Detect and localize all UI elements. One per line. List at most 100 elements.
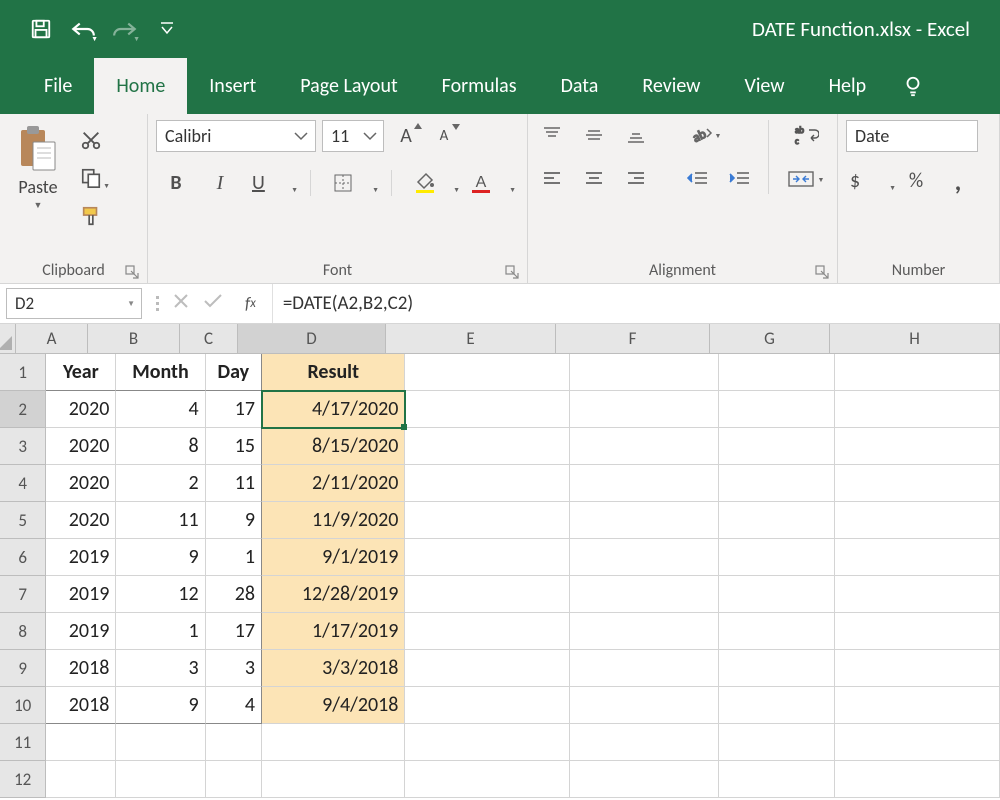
cell[interactable]: 1 [116, 613, 205, 650]
cell[interactable] [719, 650, 835, 687]
cell[interactable]: Result [262, 354, 405, 391]
cell[interactable]: 2019 [46, 539, 116, 576]
col-header-D[interactable]: D [238, 324, 386, 354]
cell[interactable]: Day [206, 354, 262, 391]
tab-file[interactable]: File [22, 58, 94, 114]
col-header-A[interactable]: A [16, 324, 88, 354]
cell[interactable]: 1/17/2019 [262, 613, 405, 650]
decrease-font-button[interactable]: A [428, 121, 460, 151]
row-header[interactable]: 10 [0, 687, 46, 724]
decrease-indent-button[interactable] [682, 164, 714, 194]
qat-customize-button[interactable] [146, 9, 188, 49]
cell[interactable] [570, 428, 719, 465]
cell[interactable] [405, 465, 570, 502]
row-header[interactable]: 5 [0, 502, 46, 539]
cell[interactable] [405, 354, 570, 391]
number-format-combo[interactable]: Date [846, 120, 978, 152]
cell[interactable]: 8/15/2020 [262, 428, 405, 465]
cell[interactable]: 11 [116, 502, 205, 539]
row-header[interactable]: 9 [0, 650, 46, 687]
cell[interactable]: 2020 [46, 502, 116, 539]
tab-page-layout[interactable]: Page Layout [278, 58, 419, 114]
cell[interactable]: 28 [206, 576, 262, 613]
tab-home[interactable]: Home [94, 58, 187, 114]
increase-font-button[interactable]: A [390, 121, 422, 151]
cell[interactable]: 9 [206, 502, 262, 539]
tab-view[interactable]: View [722, 58, 806, 114]
col-header-E[interactable]: E [386, 324, 556, 354]
cell[interactable] [262, 761, 405, 798]
font-name-combo[interactable]: Calibri [156, 120, 316, 152]
cell[interactable] [116, 724, 205, 761]
cell[interactable] [570, 576, 719, 613]
cell[interactable] [570, 761, 719, 798]
cell[interactable]: Month [116, 354, 205, 391]
cell[interactable] [719, 613, 835, 650]
cell[interactable] [835, 724, 1000, 761]
name-box[interactable]: D2 ▼ [6, 288, 142, 319]
accounting-format-button[interactable]: $▼ [846, 166, 890, 196]
cell[interactable] [835, 576, 1000, 613]
cell[interactable]: 9 [116, 687, 205, 724]
dialog-launcher-alignment[interactable] [815, 265, 831, 281]
cell[interactable]: 11 [206, 465, 262, 502]
paste-button[interactable]: Paste ▼ [8, 120, 68, 230]
cell[interactable] [719, 391, 835, 428]
cell[interactable] [570, 465, 719, 502]
cell[interactable] [405, 761, 570, 798]
cell[interactable]: 2020 [46, 391, 116, 428]
comma-button[interactable]: , [942, 166, 974, 196]
cell[interactable]: 12 [116, 576, 205, 613]
cell[interactable] [835, 687, 1000, 724]
cell[interactable] [835, 428, 1000, 465]
cell[interactable] [719, 465, 835, 502]
cell[interactable]: 17 [206, 613, 262, 650]
cell[interactable] [405, 576, 570, 613]
formula-input[interactable]: =DATE(A2,B2,C2) [273, 284, 1000, 323]
cell[interactable]: 2020 [46, 428, 116, 465]
cell[interactable] [405, 428, 570, 465]
cell[interactable] [570, 687, 719, 724]
italic-button[interactable]: I [204, 168, 236, 198]
cell[interactable] [570, 613, 719, 650]
cell[interactable]: 4 [116, 391, 205, 428]
cell-active[interactable]: 4/17/2020 [262, 391, 405, 428]
cell[interactable]: 9 [116, 539, 205, 576]
cell[interactable] [262, 724, 405, 761]
tab-help[interactable]: Help [807, 58, 889, 114]
tab-insert[interactable]: Insert [187, 58, 278, 114]
align-bottom-button[interactable] [620, 120, 652, 150]
cell[interactable] [116, 761, 205, 798]
underline-button[interactable]: U▼ [248, 168, 292, 198]
align-top-button[interactable] [536, 120, 568, 150]
cell[interactable]: 2018 [46, 650, 116, 687]
cell[interactable] [835, 613, 1000, 650]
copy-button[interactable]: ▼ [74, 164, 108, 192]
cell[interactable] [835, 465, 1000, 502]
cell[interactable]: 2019 [46, 576, 116, 613]
cell[interactable] [570, 354, 719, 391]
row-header[interactable]: 6 [0, 539, 46, 576]
tab-data[interactable]: Data [539, 58, 621, 114]
row-header[interactable]: 3 [0, 428, 46, 465]
cell[interactable] [835, 502, 1000, 539]
cell[interactable]: 8 [116, 428, 205, 465]
cell[interactable]: Year [46, 354, 116, 391]
cell[interactable] [719, 539, 835, 576]
col-header-H[interactable]: H [830, 324, 1000, 354]
fill-color-button[interactable]: ▼ [410, 168, 454, 198]
cell[interactable] [46, 761, 116, 798]
row-header[interactable]: 11 [0, 724, 46, 761]
tab-formulas[interactable]: Formulas [420, 58, 539, 114]
save-button[interactable] [20, 9, 62, 49]
cell[interactable]: 2 [116, 465, 205, 502]
cell[interactable]: 3 [116, 650, 205, 687]
cell[interactable]: 17 [206, 391, 262, 428]
cell[interactable] [835, 391, 1000, 428]
dialog-launcher-font[interactable] [505, 265, 521, 281]
wrap-text-button[interactable]: abc [786, 120, 826, 150]
cell[interactable]: 3 [206, 650, 262, 687]
col-header-C[interactable]: C [180, 324, 238, 354]
format-painter-button[interactable] [74, 202, 108, 230]
increase-indent-button[interactable] [724, 164, 756, 194]
